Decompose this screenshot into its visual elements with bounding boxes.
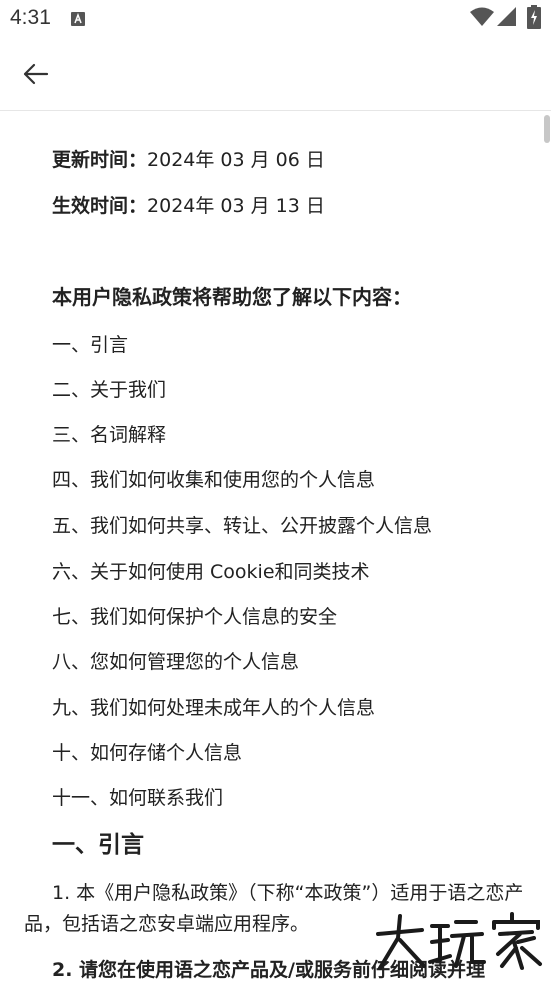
updated-time-label: 更新时间： bbox=[52, 149, 148, 171]
notification-a-icon bbox=[71, 11, 85, 26]
policy-paragraph-2: 2. 请您在使用语之恋产品及/或服务前仔细阅读并理 bbox=[52, 959, 485, 981]
section-heading-introduction: 一、引言 bbox=[52, 832, 144, 858]
updated-time-value: 2024年 03 月 06 日 bbox=[147, 149, 325, 171]
effective-time-row: 生效时间：2024年 03 月 13 日 bbox=[52, 194, 325, 218]
status-time: 4:31 bbox=[10, 6, 51, 29]
signal-icon bbox=[497, 7, 517, 27]
updated-time-row: 更新时间：2024年 03 月 06 日 bbox=[52, 148, 325, 172]
arrow-left-icon bbox=[23, 63, 49, 85]
effective-time-label: 生效时间： bbox=[52, 195, 148, 217]
scrollbar-thumb[interactable] bbox=[544, 115, 550, 143]
toc-item[interactable]: 十一、如何联系我们 bbox=[52, 786, 223, 810]
toc-item[interactable]: 三、名词解释 bbox=[52, 423, 166, 447]
toc-item[interactable]: 一、引言 bbox=[52, 333, 128, 357]
back-button[interactable] bbox=[16, 54, 56, 94]
policy-paragraph-1: 1. 本《用户隐私政策》（下称“本政策”）适用于语之恋产品，包括语之恋安卓端应用… bbox=[24, 882, 524, 935]
intro-heading: 本用户隐私政策将帮助您了解以下内容： bbox=[52, 285, 412, 309]
effective-time-value: 2024年 03 月 13 日 bbox=[147, 195, 325, 217]
toc-item[interactable]: 二、关于我们 bbox=[52, 378, 166, 402]
wifi-icon bbox=[470, 7, 494, 27]
battery-icon bbox=[527, 5, 541, 29]
toc-item[interactable]: 九、我们如何处理未成年人的个人信息 bbox=[52, 696, 375, 720]
toc-item[interactable]: 八、您如何管理您的个人信息 bbox=[52, 650, 299, 674]
toc-item[interactable]: 四、我们如何收集和使用您的个人信息 bbox=[52, 468, 375, 492]
status-bar: 4:31 bbox=[0, 0, 551, 38]
toc-item[interactable]: 十、如何存储个人信息 bbox=[52, 741, 242, 765]
toc-item[interactable]: 七、我们如何保护个人信息的安全 bbox=[52, 605, 337, 629]
toc-item[interactable]: 六、关于如何使用 Cookie和同类技术 bbox=[52, 560, 370, 584]
app-bar bbox=[0, 38, 551, 111]
toc-item[interactable]: 五、我们如何共享、转让、公开披露个人信息 bbox=[52, 514, 432, 538]
